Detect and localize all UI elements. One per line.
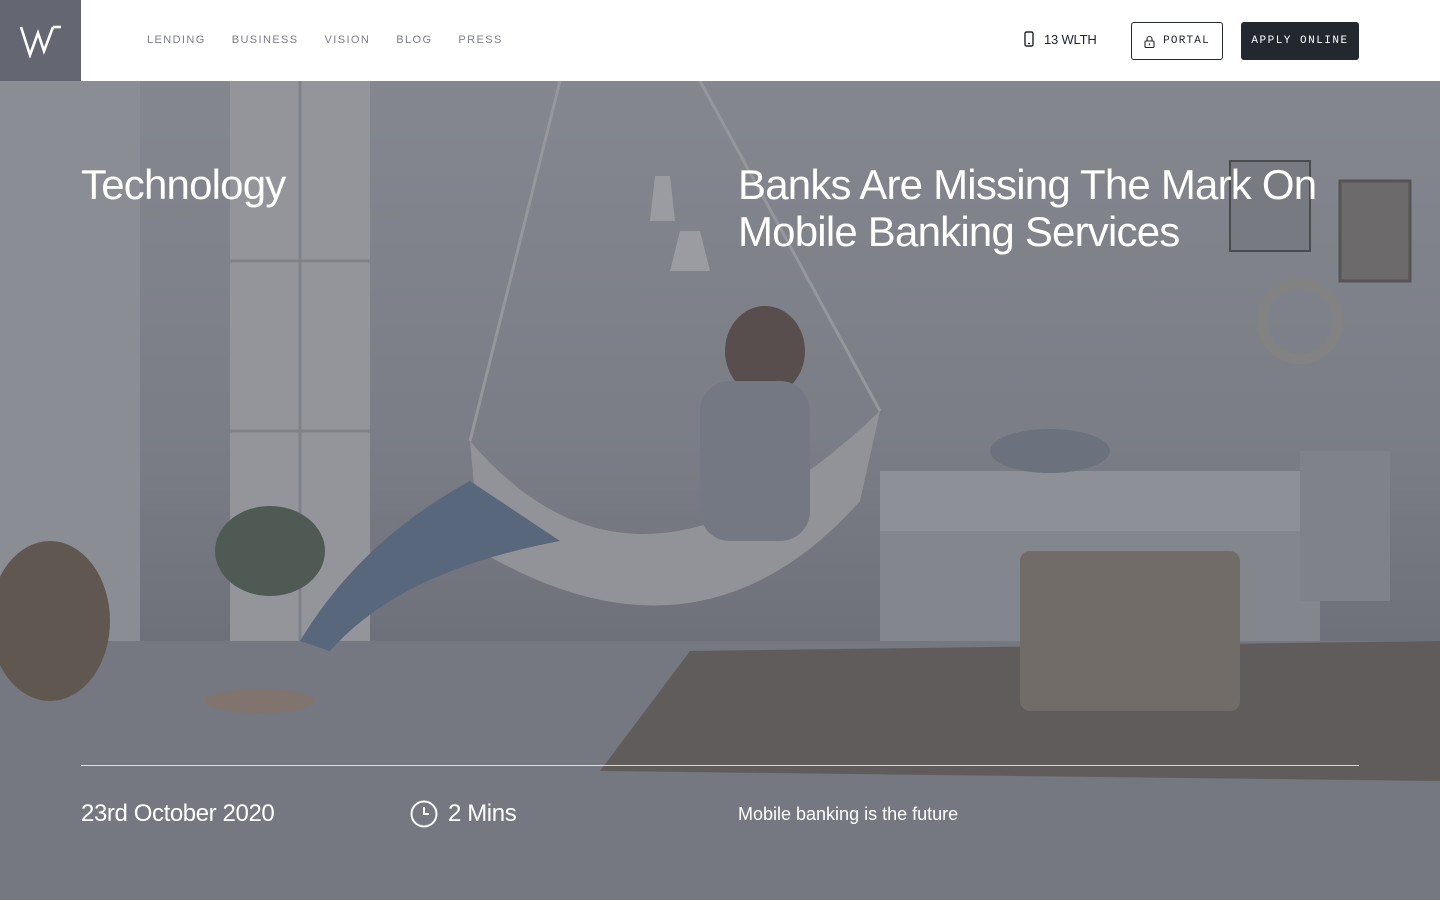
apply-online-label: APPLY ONLINE	[1251, 35, 1349, 47]
article-category[interactable]: Technology	[81, 161, 286, 209]
logo[interactable]	[0, 0, 81, 81]
phone-link[interactable]: 13 WLTH	[1024, 31, 1097, 47]
logo-mark-icon	[19, 25, 61, 58]
nav-item-vision[interactable]: VISION	[325, 34, 371, 46]
phone-label: 13 WLTH	[1044, 31, 1097, 47]
clock-icon	[410, 800, 438, 828]
read-time-label: 2 Mins	[448, 800, 517, 827]
article-title: Banks Are Missing The Mark On Mobile Ban…	[738, 161, 1317, 255]
apply-online-button[interactable]: APPLY ONLINE	[1241, 22, 1359, 60]
main-nav: LENDING BUSINESS VISION BLOG PRESS	[147, 34, 503, 46]
nav-item-business[interactable]: BUSINESS	[232, 34, 299, 46]
lock-icon	[1144, 35, 1155, 48]
portal-button-label: PORTAL	[1163, 35, 1210, 47]
article-date: 23rd October 2020	[81, 800, 275, 827]
nav-item-lending[interactable]: LENDING	[147, 34, 206, 46]
article-hero: Technology Banks Are Missing The Mark On…	[0, 81, 1440, 900]
site-header: LENDING BUSINESS VISION BLOG PRESS 13 WL…	[0, 0, 1440, 81]
article-summary: Mobile banking is the future	[738, 804, 959, 824]
read-time: 2 Mins	[410, 800, 517, 828]
divider	[81, 765, 1359, 766]
nav-item-blog[interactable]: BLOG	[396, 34, 432, 46]
portal-button[interactable]: PORTAL	[1131, 22, 1223, 60]
mobile-phone-icon	[1024, 31, 1034, 47]
nav-item-press[interactable]: PRESS	[458, 34, 502, 46]
